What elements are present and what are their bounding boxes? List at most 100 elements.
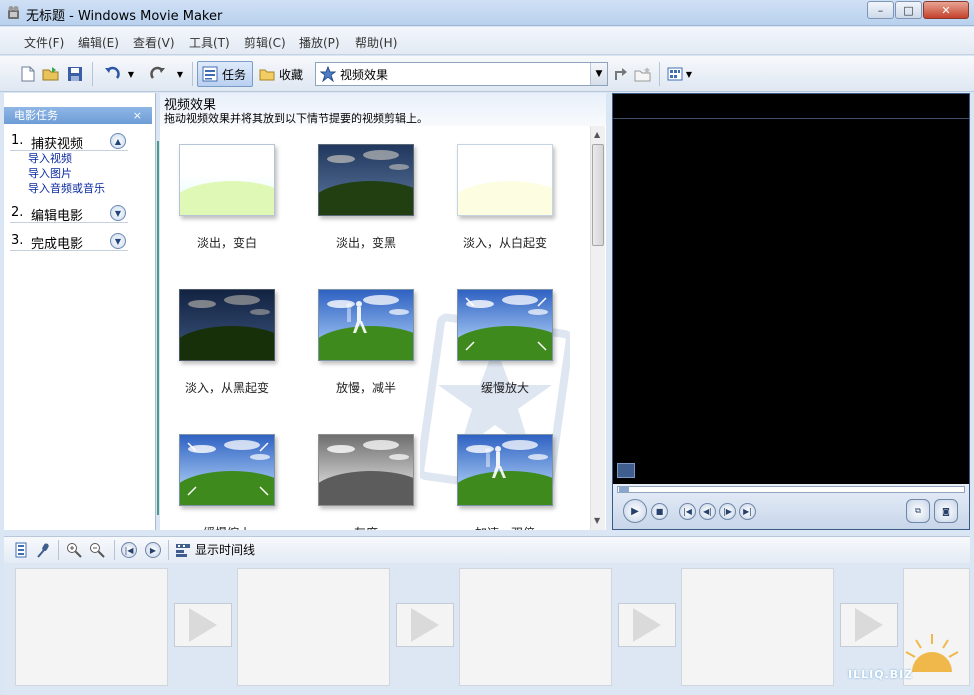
effect-tile-speed-up[interactable] [457, 434, 553, 506]
menu-view[interactable]: 查看(V) [133, 34, 175, 51]
movie-maker-app-icon[interactable] [6, 5, 22, 21]
effect-tile-black-out[interactable] [318, 144, 414, 216]
storyboard-clip-slot[interactable] [681, 568, 834, 686]
redo-dropdown-icon[interactable]: ▼ [174, 65, 186, 83]
movie-tasks-header: 电影任务 × [4, 107, 152, 124]
effect-tile-slow-down[interactable] [318, 289, 414, 361]
previous-frame-icon[interactable]: |◀ [679, 503, 696, 520]
folder-icon [259, 69, 275, 81]
zoom-out-icon[interactable] [88, 541, 106, 559]
watermark-text: ILLIQ.BIZ [848, 668, 914, 681]
storyboard-clip-slot[interactable] [15, 568, 168, 686]
show-timeline-button[interactable]: 显示时间线 [175, 541, 255, 558]
toolbar-separator [659, 62, 660, 86]
effect-label-zoom-in: 缓慢放大 [480, 381, 529, 395]
undo-icon[interactable] [103, 65, 121, 83]
movie-tasks-title: 电影任务 [14, 109, 58, 122]
split-view-icon[interactable] [617, 463, 635, 478]
effect-tile-black-in[interactable] [179, 289, 275, 361]
task-section-edit[interactable]: 2. 编辑电影 ▼ [10, 203, 128, 224]
effect-label-white-out: 淡出，变白 [196, 236, 257, 250]
menu-tools[interactable]: 工具(T) [189, 34, 230, 51]
import-pictures-link[interactable]: 导入图片 [28, 165, 72, 181]
task-section-number: 3. [11, 233, 24, 248]
scrollbar-thumb[interactable] [592, 144, 604, 246]
play-triangle-icon [855, 608, 883, 642]
favorites-button[interactable]: 收藏 [255, 61, 311, 87]
effect-tile-grayscale[interactable] [318, 434, 414, 506]
task-section-label: 编辑电影 [31, 209, 84, 224]
seek-knob[interactable] [619, 487, 629, 492]
menu-bar: 文件(F) 编辑(E) 查看(V) 工具(T) 剪辑(C) 播放(P) 帮助(H… [0, 27, 974, 55]
rewind-storyboard-icon[interactable]: |◀ [121, 542, 137, 558]
maximize-button[interactable]: □ [895, 1, 922, 19]
title-bar: 无标题 - Windows Movie Maker – □ ✕ [0, 0, 974, 26]
menu-play[interactable]: 播放(P) [299, 34, 340, 51]
import-audio-link[interactable]: 导入音频或音乐 [28, 180, 105, 196]
storyboard-transition-slot[interactable] [618, 603, 676, 647]
effect-tile-white-in[interactable] [457, 144, 553, 216]
play-triangle-icon [411, 608, 439, 642]
narrate-microphone-icon[interactable] [34, 541, 52, 559]
split-clip-icon[interactable]: ⧉ [906, 499, 930, 523]
undo-dropdown-icon[interactable]: ▼ [125, 65, 137, 83]
preview-monitor [612, 93, 970, 530]
view-dropdown-icon[interactable]: ▼ [684, 65, 694, 83]
up-level-icon[interactable] [612, 65, 630, 83]
import-video-link[interactable]: 导入视频 [28, 150, 72, 166]
camera-snapshot-icon[interactable]: ◙ [934, 499, 958, 523]
redo-icon[interactable] [149, 65, 167, 83]
effect-tile-zoom-out[interactable] [179, 434, 275, 506]
minimize-button[interactable]: – [867, 1, 894, 19]
stop-icon[interactable]: ■ [651, 503, 668, 520]
task-section-number: 2. [11, 205, 24, 220]
new-collection-folder-icon[interactable] [634, 65, 652, 83]
play-triangle-icon [633, 608, 661, 642]
scroll-up-icon[interactable]: ▲ [594, 130, 600, 139]
open-project-icon[interactable] [42, 65, 60, 83]
play-storyboard-icon[interactable]: ▶ [145, 542, 161, 558]
effect-label-white-in: 淡入，从白起变 [462, 236, 547, 250]
step-back-icon[interactable]: ◀| [699, 503, 716, 520]
task-section-number: 1. [11, 133, 24, 148]
menu-file[interactable]: 文件(F) [24, 34, 64, 51]
storyboard-clip-slot[interactable] [459, 568, 612, 686]
storyboard-clip-slot[interactable] [237, 568, 390, 686]
view-thumbnails-icon[interactable] [666, 65, 684, 83]
task-section-capture[interactable]: 1. 捕获视频 ▲ [10, 131, 128, 152]
effect-tile-white-out[interactable] [179, 144, 275, 216]
storyboard-transition-slot[interactable] [840, 603, 898, 647]
tasks-list-icon [202, 66, 218, 82]
expand-icon[interactable]: ▼ [110, 233, 126, 249]
next-frame-icon[interactable]: ▶| [739, 503, 756, 520]
play-icon[interactable]: ▶ [623, 499, 647, 523]
seek-bar[interactable] [617, 486, 965, 493]
close-icon[interactable]: × [133, 107, 142, 124]
save-project-icon[interactable] [66, 65, 84, 83]
menu-edit[interactable]: 编辑(E) [78, 34, 119, 51]
new-project-icon[interactable] [19, 65, 37, 83]
storyboard-transition-slot[interactable] [174, 603, 232, 647]
collapse-icon[interactable]: ▲ [110, 133, 126, 149]
scroll-down-icon[interactable]: ▼ [594, 516, 600, 525]
storyboard-view-icon[interactable] [12, 541, 30, 559]
chevron-down-icon[interactable]: ▼ [590, 63, 607, 85]
effect-label-speed-up: 加速，双倍 [445, 524, 565, 530]
window-title: 无标题 - Windows Movie Maker [26, 9, 223, 24]
effect-tile-zoom-in[interactable] [457, 289, 553, 361]
toolbar-separator [114, 540, 115, 560]
effect-label-slow-down: 放慢，减半 [335, 381, 396, 395]
tasks-button[interactable]: 任务 [197, 61, 253, 87]
preview-divider [613, 118, 969, 119]
storyboard-transition-slot[interactable] [396, 603, 454, 647]
play-triangle-icon [189, 608, 217, 642]
menu-clip[interactable]: 剪辑(C) [244, 34, 286, 51]
zoom-in-icon[interactable] [65, 541, 83, 559]
menu-help[interactable]: 帮助(H) [355, 34, 397, 51]
expand-icon[interactable]: ▼ [110, 205, 126, 221]
collections-dropdown[interactable]: 视频效果 ▼ [315, 62, 608, 86]
close-button[interactable]: ✕ [923, 1, 969, 19]
step-forward-icon[interactable]: |▶ [719, 503, 736, 520]
task-section-finish[interactable]: 3. 完成电影 ▼ [10, 231, 128, 252]
effects-scrollbar[interactable]: ▲ ▼ [590, 126, 605, 530]
